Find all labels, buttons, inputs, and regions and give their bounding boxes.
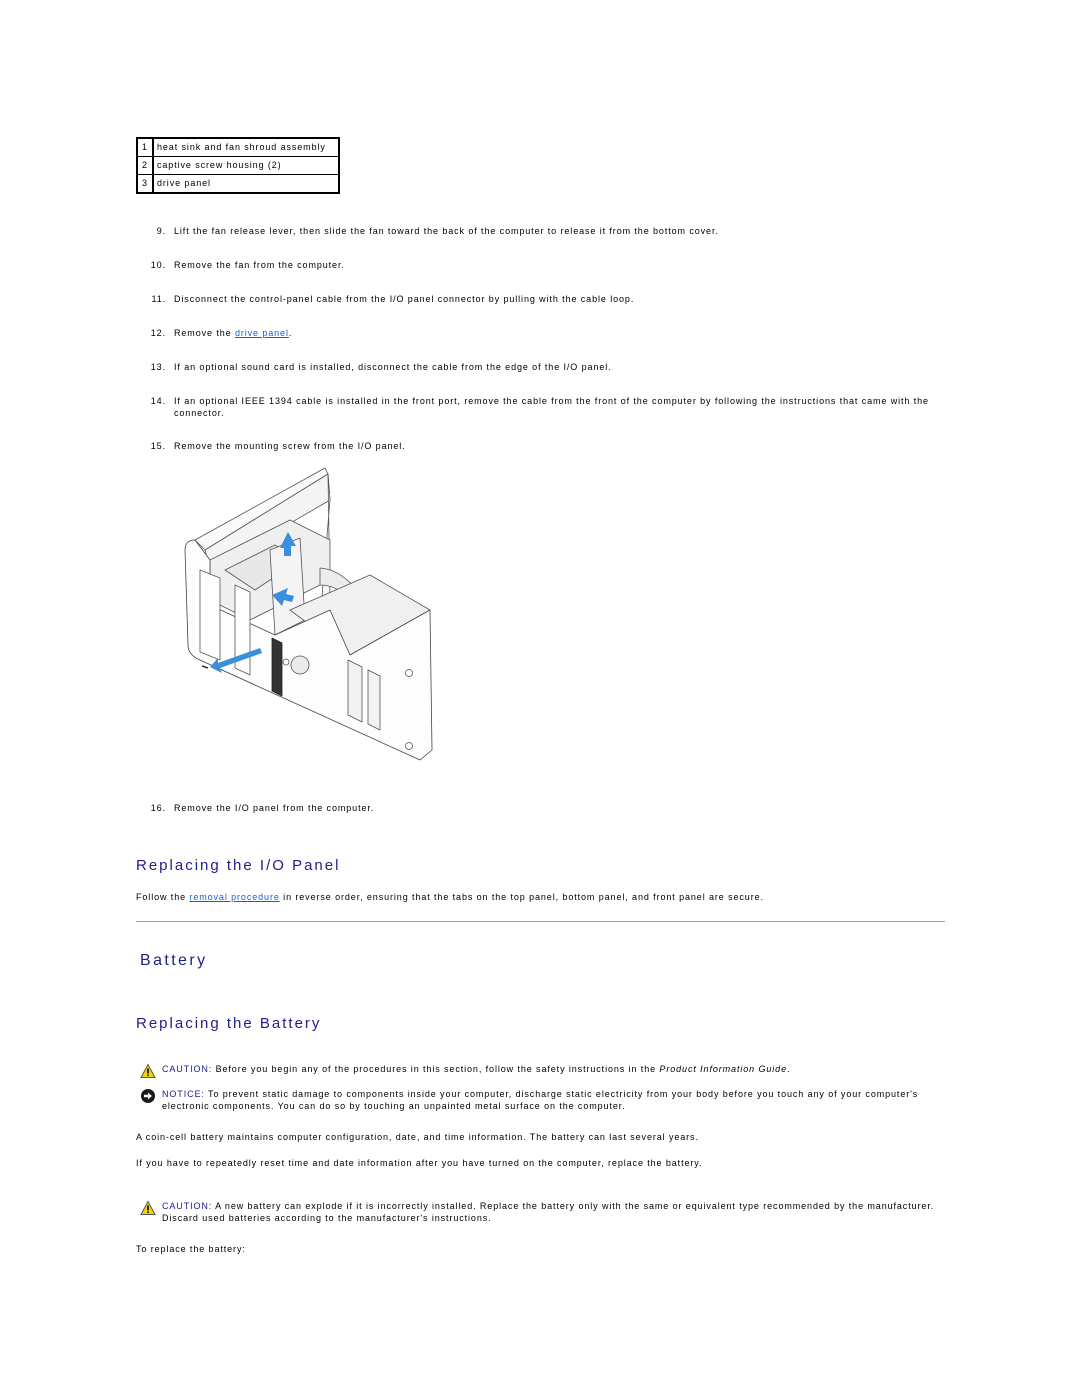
warning-triangle-icon [140,1063,156,1078]
notice-text: NOTICE: To prevent static damage to comp… [162,1088,930,1112]
caution-text: CAUTION: Before you begin any of the pro… [162,1063,790,1075]
io-panel-removal-illustration [184,467,433,761]
step-10: 10. Remove the fan from the computer. [136,259,956,271]
step-16: 16. Remove the I/O panel from the comput… [136,802,956,814]
step-number: 9. [156,226,166,236]
replacing-battery-heading: Replacing the Battery [136,1015,322,1032]
battery-caution-note: CAUTION: A new battery can explode if it… [140,1200,940,1224]
step-text-pre: Remove the [174,328,235,338]
step-number: 15. [150,441,166,451]
step-text: Disconnect the control-panel cable from … [174,294,635,304]
notice-label: NOTICE: [162,1089,205,1099]
battery-heading: Battery [140,952,208,969]
legend-label: heat sink and fan shroud assembly [152,137,340,157]
step-9: 9. Lift the fan release lever, then slid… [136,225,956,237]
legend-number: 1 [136,137,154,157]
caution-label: CAUTION: [162,1201,213,1211]
battery-paragraph-3: To replace the battery: [136,1244,246,1254]
step-text-post: . [288,328,293,338]
step-text: Remove the fan from the computer. [174,260,345,270]
battery-paragraph-1: A coin-cell battery maintains computer c… [136,1132,699,1142]
step-12: 12. Remove the drive panel. [136,327,956,339]
caution-label: CAUTION: [162,1064,213,1074]
legend-row: 3 drive panel [136,174,340,194]
step-number: 14. [150,396,166,406]
legend-label: drive panel [152,174,340,194]
step-text: If an optional sound card is installed, … [174,362,612,372]
step-15: 15. Remove the mounting screw from the I… [136,440,956,452]
step-13: 13. If an optional sound card is install… [136,361,956,373]
step-11: 11. Disconnect the control-panel cable f… [136,293,956,305]
legend-number: 3 [136,174,154,194]
removal-procedure-link[interactable]: removal procedure [189,892,279,902]
step-text: If an optional IEEE 1394 cable is instal… [174,396,929,418]
battery-paragraph-2: If you have to repeatedly reset time and… [136,1158,703,1168]
legend-row: 1 heat sink and fan shroud assembly [136,137,340,157]
step-text: Lift the fan release lever, then slide t… [174,226,719,236]
caution-body: Before you begin any of the procedures i… [212,1064,660,1074]
paragraph-pre: Follow the [136,892,190,902]
step-text: Remove the mounting screw from the I/O p… [174,441,406,451]
product-information-guide-title: Product Information Guide [659,1064,787,1074]
step-14: 14. If an optional IEEE 1394 cable is in… [136,395,948,419]
step-number: 11. [151,294,166,304]
notice-arrow-icon [141,1089,155,1103]
callout-legend-table: 1 heat sink and fan shroud assembly 2 ca… [136,137,340,194]
paragraph-post: in reverse order, ensuring that the tabs… [279,892,764,902]
step-number: 16. [150,803,166,813]
legend-row: 2 captive screw housing (2) [136,156,340,175]
step-number: 12. [150,328,166,338]
notice-note: NOTICE: To prevent static damage to comp… [140,1088,930,1112]
step-number: 10. [150,260,166,270]
caution-end: . [786,1064,791,1074]
section-divider [136,921,945,922]
replacing-io-panel-heading: Replacing the I/O Panel [136,857,341,874]
drive-panel-link[interactable]: drive panel [235,328,289,338]
step-number: 13. [150,362,166,372]
caution-note: CAUTION: Before you begin any of the pro… [140,1063,790,1079]
legend-number: 2 [136,156,154,175]
step-text: Remove the I/O panel from the computer. [174,803,375,813]
caution-body: A new battery can explode if it is incor… [162,1201,935,1223]
caution-text: CAUTION: A new battery can explode if it… [162,1200,940,1224]
notice-body: To prevent static damage to components i… [162,1089,919,1111]
warning-triangle-icon [140,1200,156,1215]
replacing-io-panel-paragraph: Follow the removal procedure in reverse … [136,891,764,903]
legend-label: captive screw housing (2) [152,156,340,175]
step-text: Remove the drive panel. [174,327,956,339]
